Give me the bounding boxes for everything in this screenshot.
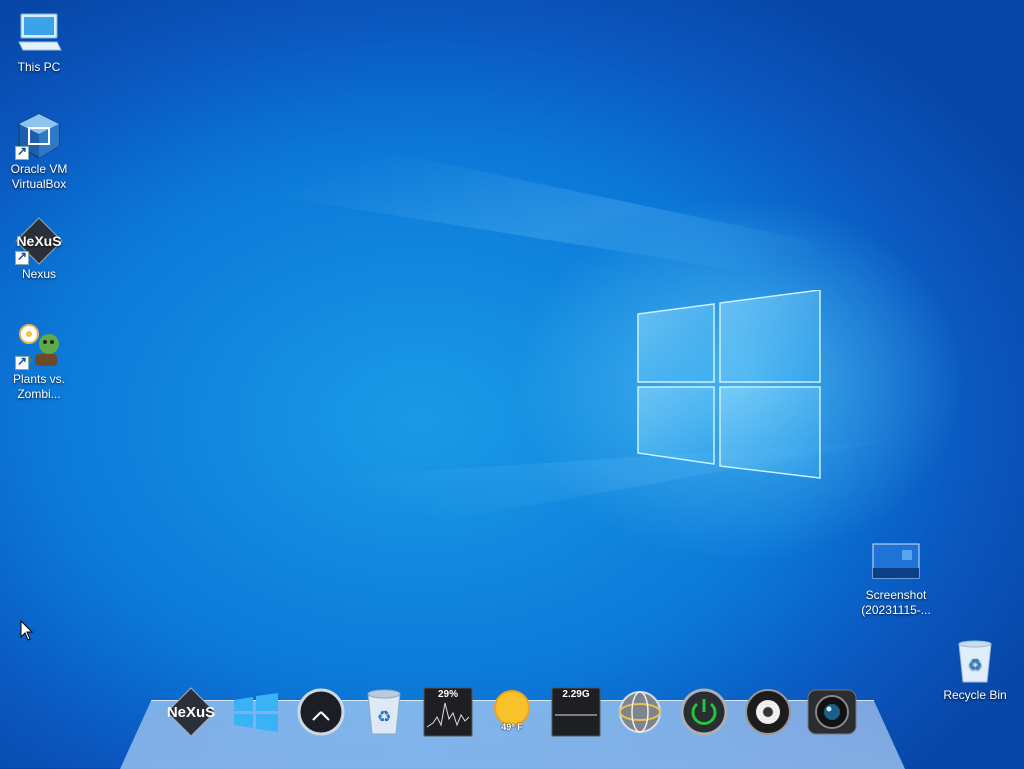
dock-item-cpu-meter[interactable]: 29% (422, 686, 474, 738)
weather-temperature: 49° F (501, 722, 523, 732)
shortcut-arrow-icon (15, 249, 29, 265)
desktop-icon-virtualbox[interactable]: Oracle VM VirtualBox (0, 112, 79, 192)
dock-item-power[interactable] (678, 686, 730, 738)
nexus-dock: NeXuS ♻ 29% 49° F 2.29G (120, 687, 905, 769)
shortcut-arrow-icon (15, 144, 29, 160)
windows-start-icon (234, 693, 278, 732)
dock-item-start[interactable] (230, 686, 282, 738)
dock-item-network[interactable] (614, 686, 666, 738)
mouse-cursor-icon (20, 620, 34, 641)
desktop-icon-label: Recycle Bin (943, 688, 1007, 702)
virtualbox-icon (15, 112, 63, 160)
svg-text:NeXuS: NeXuS (16, 233, 61, 249)
desktop-icon-nexus[interactable]: NeXuS Nexus (0, 217, 79, 282)
cpu-meter-value: 29% (437, 689, 458, 700)
svg-text:♻: ♻ (968, 655, 982, 674)
power-button-icon (680, 688, 728, 736)
nexus-icon: NeXuS (15, 217, 63, 265)
wallpaper-light-beam (0, 60, 1024, 321)
network-globe-icon (619, 691, 661, 733)
desktop-icon-label: Nexus (21, 267, 56, 281)
memory-meter-value: 2.29G (562, 689, 590, 700)
desktop-icon-this-pc[interactable]: This PC (0, 10, 79, 75)
speaker-icon (745, 689, 791, 735)
dock-item-speaker[interactable] (742, 686, 794, 738)
desktop-icon-label: Plants vs. Zombi... (12, 372, 66, 401)
clock-icon (297, 688, 345, 736)
windows-logo-wallpaper (637, 290, 821, 479)
nexus-dock-icon: NeXuS (166, 687, 216, 737)
dock-item-camera[interactable] (806, 686, 858, 738)
desktop-icon-label: Oracle VM VirtualBox (10, 162, 68, 191)
camera-icon (807, 689, 857, 735)
desktop-icon-recycle-bin[interactable]: ♻ Recycle Bin (935, 638, 1015, 703)
dock-item-weather[interactable]: 49° F (486, 686, 538, 738)
this-pc-icon (15, 10, 63, 58)
desktop-icon-label: Screenshot (20231115-... (861, 588, 931, 617)
plants-vs-zombies-icon (15, 322, 63, 370)
dock-item-nexus[interactable]: NeXuS (165, 686, 217, 738)
desktop-icon-plants-vs-zombies[interactable]: Plants vs. Zombi... (0, 322, 79, 402)
dock-item-clock[interactable] (295, 686, 347, 738)
desktop-icon-screenshot[interactable]: Screenshot (20231115-... (856, 538, 936, 618)
dock-item-memory-meter[interactable]: 2.29G (550, 686, 602, 738)
screenshot-file-icon (872, 538, 920, 586)
dock-item-recycle-bin[interactable]: ♻ (358, 686, 410, 738)
svg-text:♻: ♻ (377, 707, 391, 726)
svg-text:NeXuS: NeXuS (167, 704, 215, 721)
recycle-bin-dock-icon: ♻ (367, 689, 401, 735)
shortcut-arrow-icon (15, 354, 29, 370)
recycle-bin-icon: ♻ (951, 638, 999, 686)
desktop-icon-label: This PC (17, 60, 61, 74)
